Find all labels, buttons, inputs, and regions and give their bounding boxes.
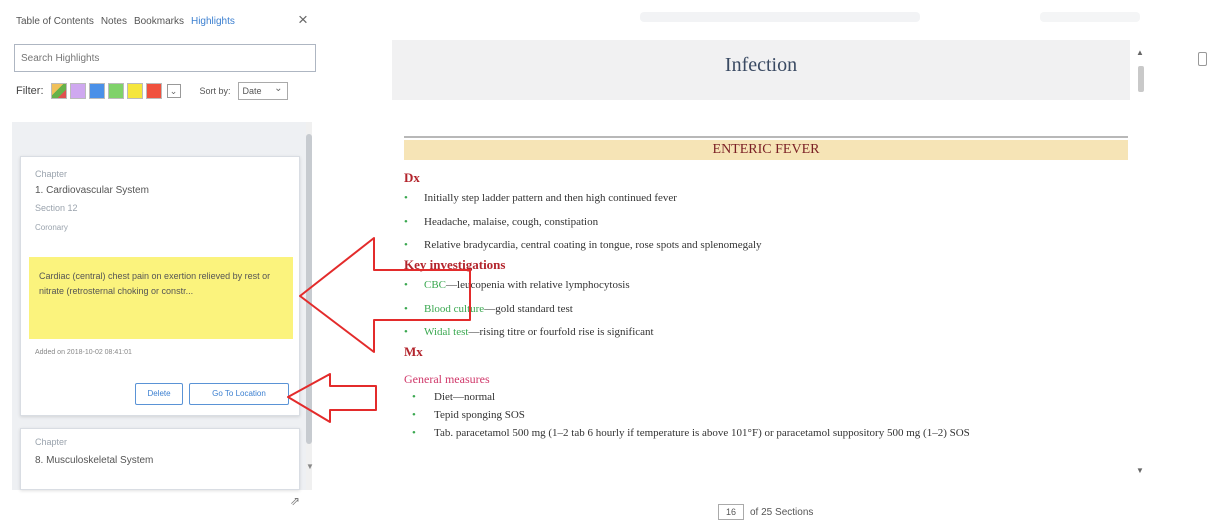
key-investigations-heading: Key investigations [404,257,506,272]
filter-swatch-blue[interactable] [88,83,105,99]
general-measures-heading: General measures [404,372,490,386]
list-item: • Tab. paracetamol 500 mg (1–2 tab 6 hour… [412,427,970,439]
scroll-down-icon[interactable]: ▼ [306,462,314,471]
close-icon[interactable]: × [298,10,308,30]
tab-notes[interactable]: Notes [101,16,127,27]
tab-bookmarks[interactable]: Bookmarks [134,16,184,27]
highlight-card: Chapter 1. Cardiovascular System Section… [20,156,300,416]
search-highlights-input[interactable] [14,44,316,72]
tab-table-of-contents[interactable]: Table of Contents [16,16,94,27]
tab-highlights[interactable]: Highlights [191,16,235,27]
chapter-key: Chapter [35,169,68,179]
filter-swatch-yellow[interactable] [126,83,143,99]
section-title: ENTERIC FEVER [404,140,1128,160]
go-to-location-button[interactable]: Go To Location [189,383,289,405]
chapter-value: 1. Cardiovascular System [35,185,149,196]
highlights-panel: Table of Contents Notes Bookmarks Highli… [0,0,322,520]
chapter-key: Chapter [35,437,68,447]
current-section-input[interactable]: 16 [718,504,744,520]
chapter-header: Infection [392,40,1130,100]
filter-swatch-all[interactable] [50,83,67,99]
sort-by-select[interactable]: Date [237,81,288,100]
list-item: • CBC —leucopenia with relative lymphocyto… [404,279,630,291]
total-sections-label: of 25 Sections [750,506,814,518]
mx-heading: Mx [404,344,423,359]
sort-by-label: Sort by: [199,86,231,96]
added-date: Added on 2018-10-02 08:41:01 [35,349,132,356]
filter-checkbox[interactable]: ⌄ [166,84,181,98]
filter-swatch-red[interactable] [145,83,162,99]
top-toolbar [640,12,920,22]
highlight-card: Chapter 8. Musculoskeletal System [20,428,300,490]
list-item: • Headache, malaise, cough, constipation [404,215,599,228]
list-item: • Tepid sponging SOS [412,409,525,421]
list-item: • Widal test —rising titre or fourfold ris… [404,326,654,338]
document-scrollbar-thumb[interactable] [1138,66,1144,92]
resize-grip-icon[interactable]: ⇗ [290,494,300,508]
highlight-text: Cardiac (central) chest pain on exertion… [29,257,293,339]
filter-row: Filter: ⌄ Sort by: Date [16,80,288,102]
list-item: • Diet—normal [412,391,496,403]
list-item: • Blood culture —gold standard test [404,302,573,315]
delete-button[interactable]: Delete [135,383,183,405]
section-divider [404,136,1128,138]
document-view: Infection ENTERIC FEVER Dx • Initially st… [390,36,1142,486]
dx-heading: Dx [404,170,420,185]
chapter-value: 8. Musculoskeletal System [35,455,154,466]
top-toolbar-right [1040,12,1140,22]
section-pager: 16 of 25 Sections [718,504,813,520]
scroll-down-icon[interactable]: ▼ [1136,466,1144,475]
subsection-label: Coronary [35,223,68,232]
panel-tabs: Table of Contents Notes Bookmarks Highli… [16,16,235,27]
chapter-title: Infection [724,54,798,76]
panel-scrollbar[interactable] [306,122,312,490]
section-key: Section 12 [35,203,78,213]
list-item: • Initially step ladder pattern and then … [404,192,677,204]
panel-toggle-icon[interactable] [1198,52,1207,66]
scroll-up-icon[interactable]: ▲ [1136,48,1144,57]
filter-swatch-green[interactable] [107,83,124,99]
filter-swatch-purple[interactable] [69,83,86,99]
panel-scrollbar-thumb[interactable] [306,134,312,444]
document-body: Dx • Initially step ladder pattern and th… [404,170,1128,451]
highlights-list: Chapter 1. Cardiovascular System Section… [12,122,308,490]
document-scrollbar[interactable]: ▲ ▼ [1136,48,1146,484]
filter-label: Filter: [16,85,44,97]
list-item: • Relative bradycardia, central coating i… [404,239,762,251]
